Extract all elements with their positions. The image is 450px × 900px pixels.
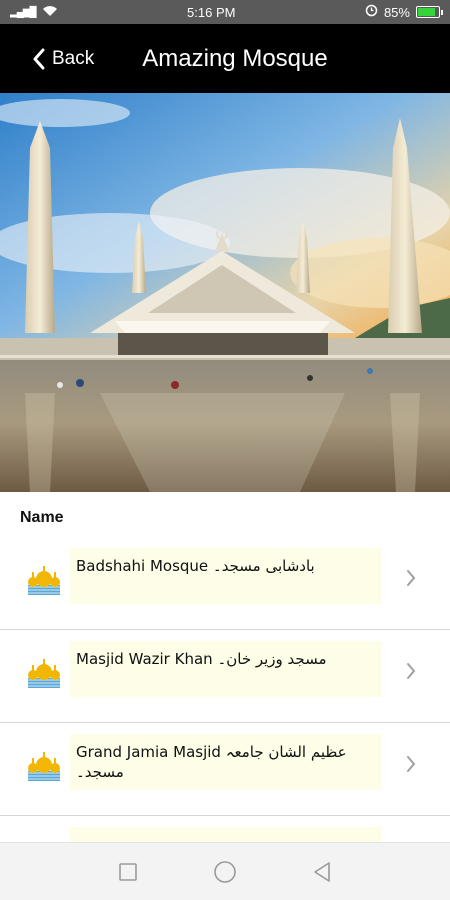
home-button[interactable] [212, 859, 238, 885]
mosque-icon [28, 659, 60, 688]
back-nav-button[interactable] [309, 859, 335, 885]
status-right: 85% [365, 4, 443, 20]
recent-apps-button[interactable] [115, 859, 141, 885]
chevron-right-icon [406, 660, 416, 686]
status-time: 5:16 PM [187, 4, 236, 20]
chevron-left-icon [33, 48, 45, 69]
status-bar: ▂▄▆█ 5:16 PM 85% [0, 0, 450, 24]
hero-image [0, 93, 450, 492]
list-item[interactable]: Grand Jamia Masjid عظیم الشان جامعہ مسجد… [0, 723, 450, 816]
list-item-label: Masjid Wazir Khan مسجد وزیر خان۔ [70, 641, 382, 697]
mosque-photo [0, 93, 450, 492]
list-item-label: Badshahi Mosque بادشابی مسجد۔ [70, 548, 382, 604]
status-left: ▂▄▆█ [10, 5, 58, 20]
triangle-back-icon [313, 861, 330, 882]
list-item-label: Grand Jamia Masjid عظیم الشان جامعہ مسجد… [70, 734, 382, 790]
app-header: Back Amazing Mosque [0, 24, 450, 93]
battery-percent: 85% [383, 4, 410, 20]
battery-level [417, 8, 435, 16]
chevron-right-icon [406, 567, 416, 593]
signal-icon: ▂▄▆█ [10, 6, 37, 18]
alarm-icon [365, 4, 378, 20]
circle-icon [214, 860, 236, 883]
square-icon [119, 862, 138, 881]
chevron-right-icon [406, 753, 416, 779]
mosque-icon [28, 566, 60, 595]
system-nav-bar [0, 842, 450, 900]
battery-icon [415, 6, 443, 18]
list-item[interactable]: Badshahi Mosque بادشابی مسجد۔ [0, 537, 450, 630]
wifi-icon [42, 5, 58, 20]
section-title: Name [20, 509, 64, 526]
back-button[interactable]: Back [32, 48, 94, 70]
mosque-icon [28, 752, 60, 781]
back-label: Back [52, 47, 95, 69]
list-item[interactable]: Masjid Wazir Khan مسجد وزیر خان۔ [0, 630, 450, 723]
